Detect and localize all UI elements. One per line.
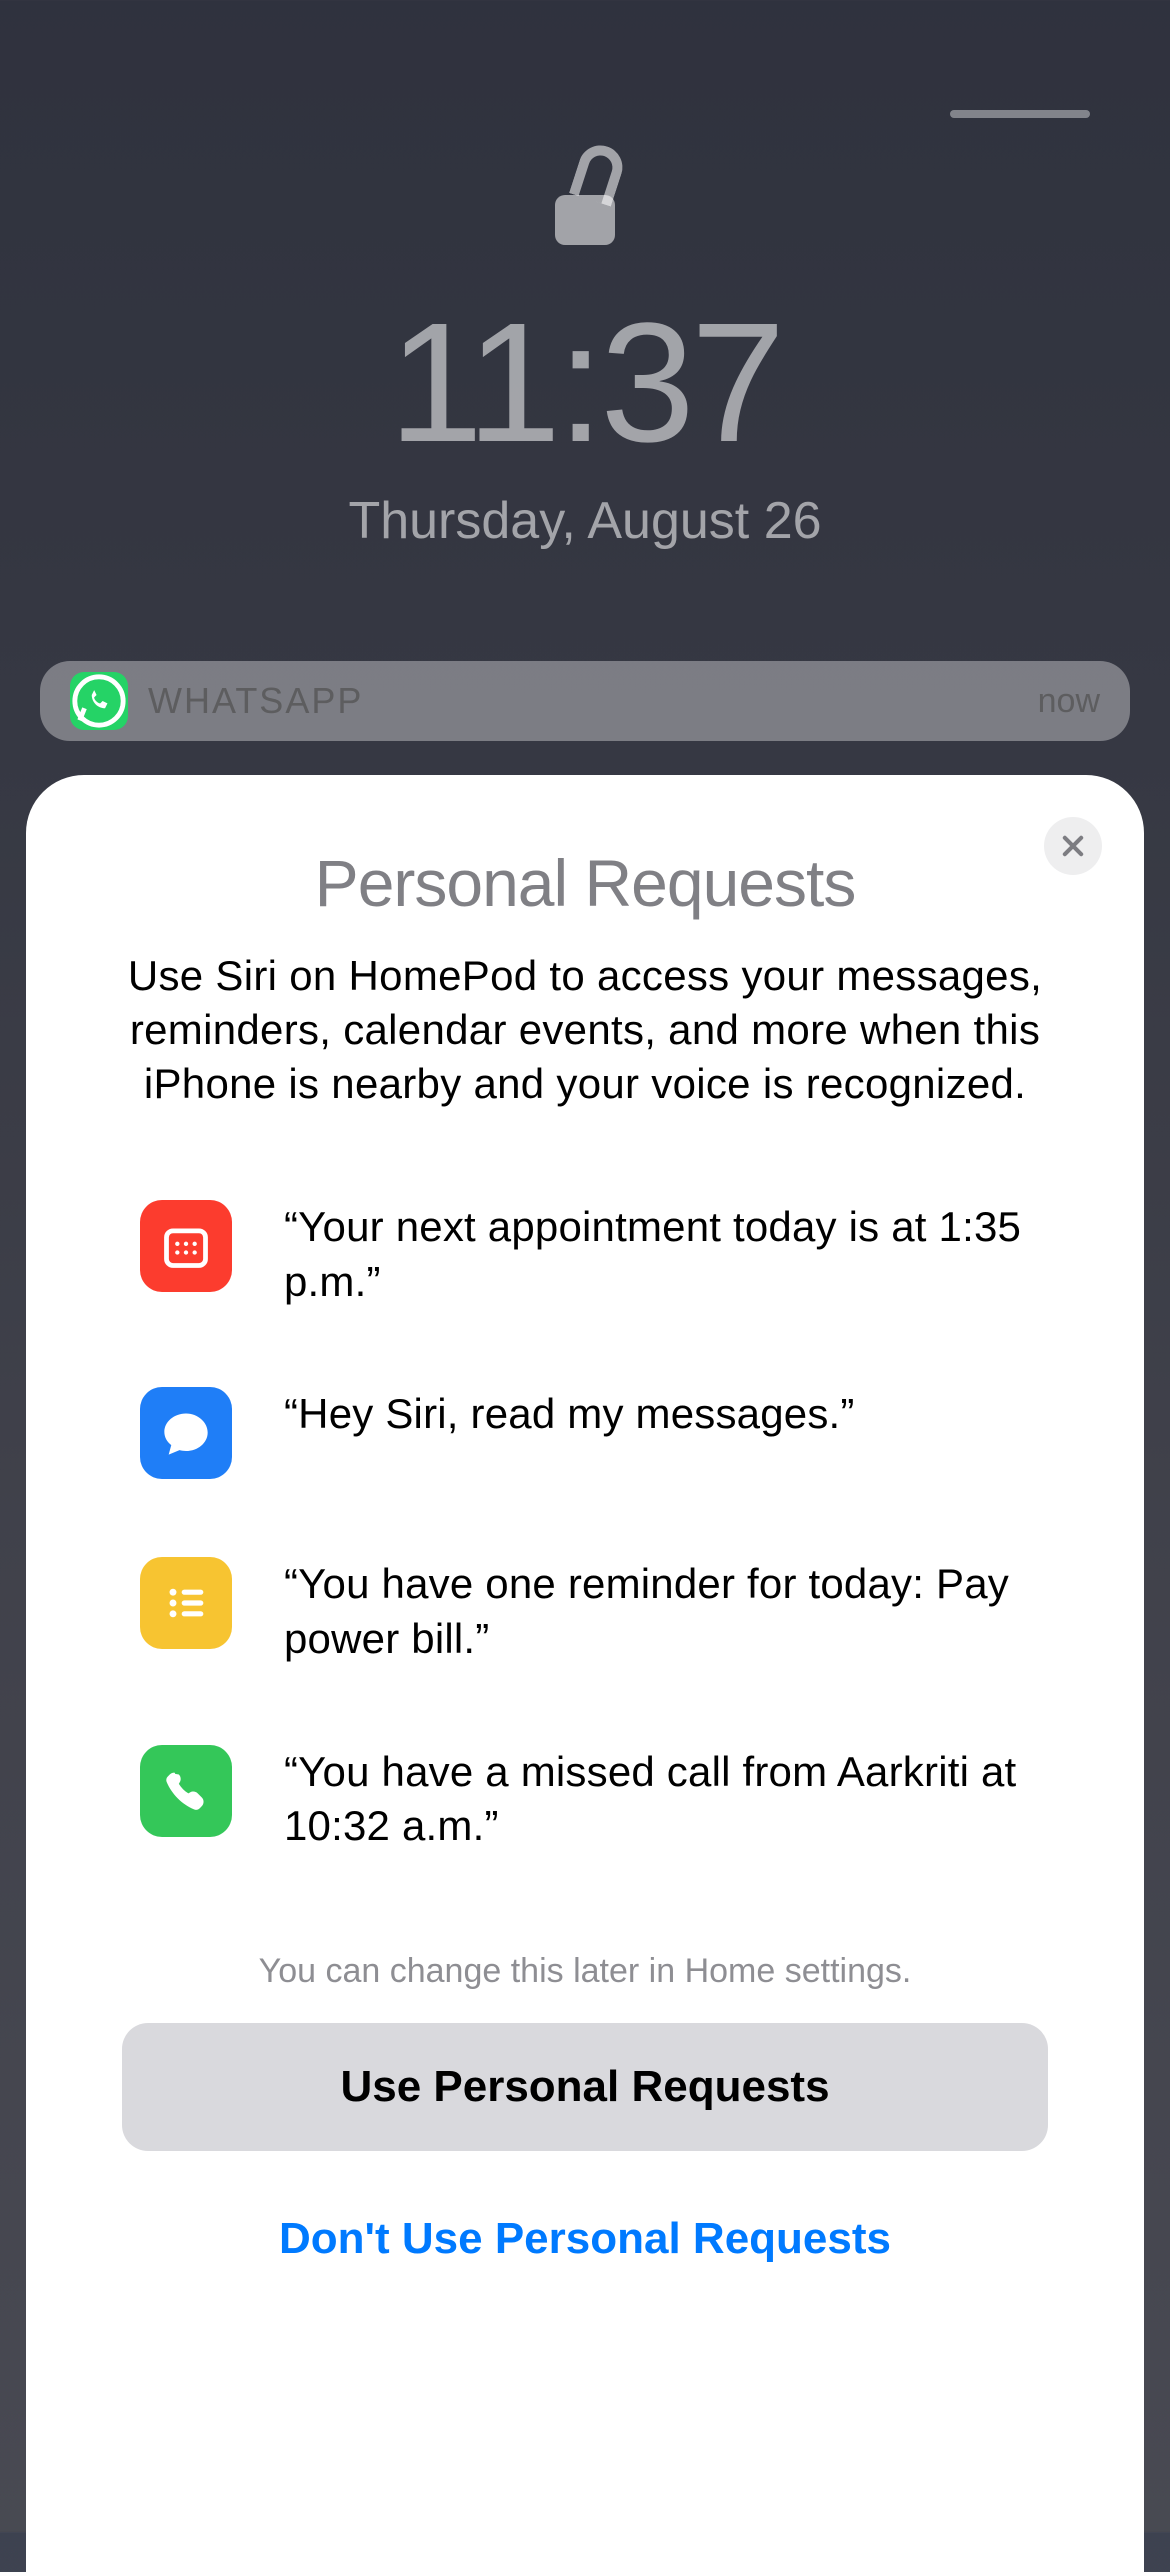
phone-icon [140, 1745, 232, 1837]
clock-date: Thursday, August 26 [348, 491, 821, 551]
calendar-icon [140, 1200, 232, 1292]
example-text: “You have a missed call from Aarkriti at… [284, 1745, 1030, 1854]
personal-requests-sheet: Personal Requests Use Siri on HomePod to… [26, 775, 1144, 2572]
camera-indicator [950, 110, 1090, 118]
notification-app-name: WHATSAPP [148, 680, 1038, 722]
whatsapp-icon [70, 672, 128, 730]
example-text: “Your next appointment today is at 1:35 … [284, 1200, 1030, 1309]
example-phone: “You have a missed call from Aarkriti at… [82, 1745, 1088, 1854]
dont-use-personal-requests-button[interactable]: Don't Use Personal Requests [122, 2189, 1048, 2289]
use-personal-requests-button[interactable]: Use Personal Requests [122, 2023, 1048, 2151]
unlock-icon [555, 165, 615, 245]
example-messages: “Hey Siri, read my messages.” [82, 1387, 1088, 1479]
sheet-title: Personal Requests [82, 845, 1088, 921]
example-calendar: “Your next appointment today is at 1:35 … [82, 1200, 1088, 1309]
close-icon [1059, 832, 1087, 860]
reminders-icon [140, 1557, 232, 1649]
close-button[interactable] [1044, 817, 1102, 875]
example-text: “You have one reminder for today: Pay po… [284, 1557, 1030, 1666]
messages-icon [140, 1387, 232, 1479]
lockscreen: 11:37 Thursday, August 26 WHATSAPP now [0, 0, 1170, 741]
clock-time: 11:37 [389, 285, 782, 481]
notification-time: now [1038, 682, 1100, 721]
example-text: “Hey Siri, read my messages.” [284, 1387, 855, 1442]
sheet-description: Use Siri on HomePod to access your messa… [92, 949, 1078, 1110]
notification-card[interactable]: WHATSAPP now [40, 661, 1130, 741]
sheet-footnote: You can change this later in Home settin… [82, 1952, 1088, 1991]
example-reminders: “You have one reminder for today: Pay po… [82, 1557, 1088, 1666]
